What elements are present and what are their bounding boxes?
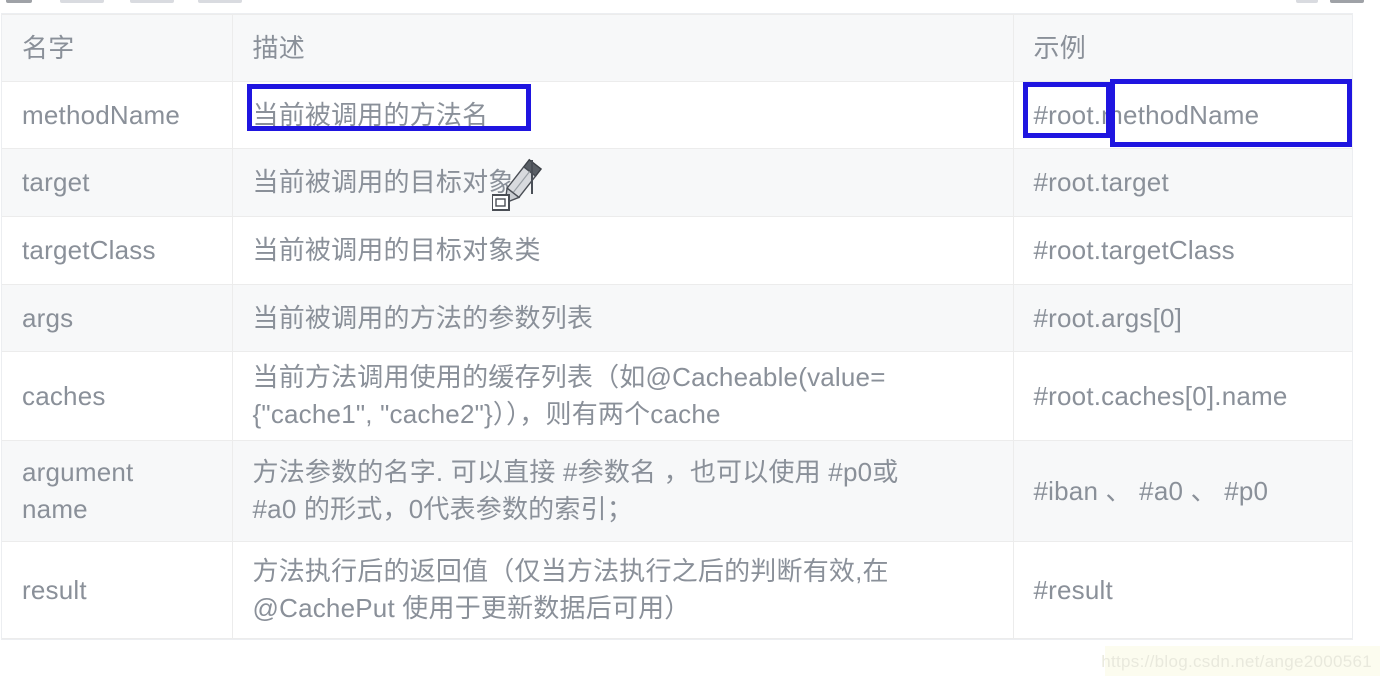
spel-context-table: 名字 描述 示例 methodName 当前被调用的方法名 #root.method… xyxy=(2,14,1352,639)
cell-name: caches xyxy=(2,351,232,441)
cell-name: target xyxy=(2,148,232,217)
cell-name-line: argument xyxy=(22,457,134,488)
cell-description-line: @CachePut 使用于更新数据后可用） xyxy=(252,593,691,623)
table-row: caches 当前方法调用使用的缓存列表（如@Cacheable(value= {"… xyxy=(2,351,1352,441)
table-row: methodName 当前被调用的方法名 #root.methodName xyxy=(2,81,1352,149)
cell-name: methodName xyxy=(2,81,232,149)
cell-name: result xyxy=(2,541,232,639)
cell-example: #root.target xyxy=(1012,148,1352,217)
table-row: result 方法执行后的返回值（仅当方法执行之后的判断有效,在 @CachePut… xyxy=(2,541,1352,639)
toolbar-icon-4[interactable] xyxy=(198,0,242,3)
table-row: target 当前被调用的目标对象 #root.target xyxy=(2,148,1352,217)
cell-description-line: 当前被调用的方法的参数列表 xyxy=(252,302,594,333)
cell-description-line: 当前被调用的目标对象类 xyxy=(252,235,541,266)
cell-example: #root.caches[0].name xyxy=(1012,351,1352,441)
toolbar-icon-2[interactable] xyxy=(60,0,104,3)
cell-description: 方法执行后的返回值（仅当方法执行之后的判断有效,在 @CachePut 使用于更新… xyxy=(231,541,1013,639)
table-row: targetClass 当前被调用的目标对象类 #root.targetClass xyxy=(2,216,1352,285)
column-header-example: 示例 xyxy=(1012,14,1352,82)
cell-name-line: target xyxy=(22,167,90,198)
cell-name-line: name xyxy=(22,494,88,524)
watermark-text: https://blog.csdn.net/ange2000561 xyxy=(1101,652,1372,671)
toolbar-strip xyxy=(0,0,1380,13)
cell-example: #root.targetClass xyxy=(1012,216,1352,285)
cell-description: 方法参数的名字. 可以直接 #参数名 ，也可以使用 #p0或 #a0 的形式，0代… xyxy=(231,440,1013,542)
column-header-description: 描述 xyxy=(231,14,1013,82)
cell-name: targetClass xyxy=(2,216,232,285)
cell-name-line: caches xyxy=(22,380,106,411)
cell-name: argument name xyxy=(2,440,232,542)
cell-name-line: result xyxy=(22,574,87,605)
toolbar-icon-3[interactable] xyxy=(130,0,174,3)
cell-name-line: targetClass xyxy=(22,235,156,266)
cell-name-line: args xyxy=(22,302,74,333)
cell-example: #result xyxy=(1012,541,1352,639)
cell-name: args xyxy=(2,284,232,352)
cell-description-line: 方法执行后的返回值（仅当方法执行之后的判断有效,在 xyxy=(252,556,889,587)
cell-description-line: 当前被调用的方法名 xyxy=(252,99,489,130)
table-body: methodName 当前被调用的方法名 #root.methodName targe… xyxy=(2,81,1352,639)
cell-description-line: #a0 的形式，0代表参数的索引； xyxy=(252,494,633,524)
toolbar-icon-5[interactable] xyxy=(1296,0,1318,3)
cell-description: 当前被调用的目标对象 xyxy=(231,148,1013,217)
cell-description-line: 当前被调用的目标对象 xyxy=(252,167,515,198)
cell-name-line: methodName xyxy=(22,99,181,130)
cell-description-line: 方法参数的名字. 可以直接 #参数名 ，也可以使用 #p0或 xyxy=(252,457,899,488)
cell-description-line: 当前方法调用使用的缓存列表（如@Cacheable(value= xyxy=(252,362,886,393)
cell-example: #root.methodName xyxy=(1012,81,1352,149)
cell-description: 当前方法调用使用的缓存列表（如@Cacheable(value= {"cache1… xyxy=(231,351,1013,441)
table-header: 名字 描述 示例 xyxy=(2,14,1352,82)
toolbar-icon-6[interactable] xyxy=(1330,0,1364,3)
toolbar-icon-1[interactable] xyxy=(6,0,32,3)
cell-example: #root.args[0] xyxy=(1012,284,1352,352)
column-header-name: 名字 xyxy=(2,14,232,82)
table-row: args 当前被调用的方法的参数列表 #root.args[0] xyxy=(2,284,1352,352)
cell-description-line: {"cache1", "cache2"}）），则有两个cache xyxy=(252,399,721,429)
table-row: argument name 方法参数的名字. 可以直接 #参数名 ，也可以使用 #p… xyxy=(2,440,1352,542)
cell-example: #iban 、 #a0 、 #p0 xyxy=(1012,440,1352,542)
cell-description: 当前被调用的目标对象类 xyxy=(231,216,1013,285)
table-header-row: 名字 描述 示例 xyxy=(2,14,1352,82)
cell-description: 当前被调用的方法名 xyxy=(231,81,1013,149)
cell-description: 当前被调用的方法的参数列表 xyxy=(231,284,1013,352)
